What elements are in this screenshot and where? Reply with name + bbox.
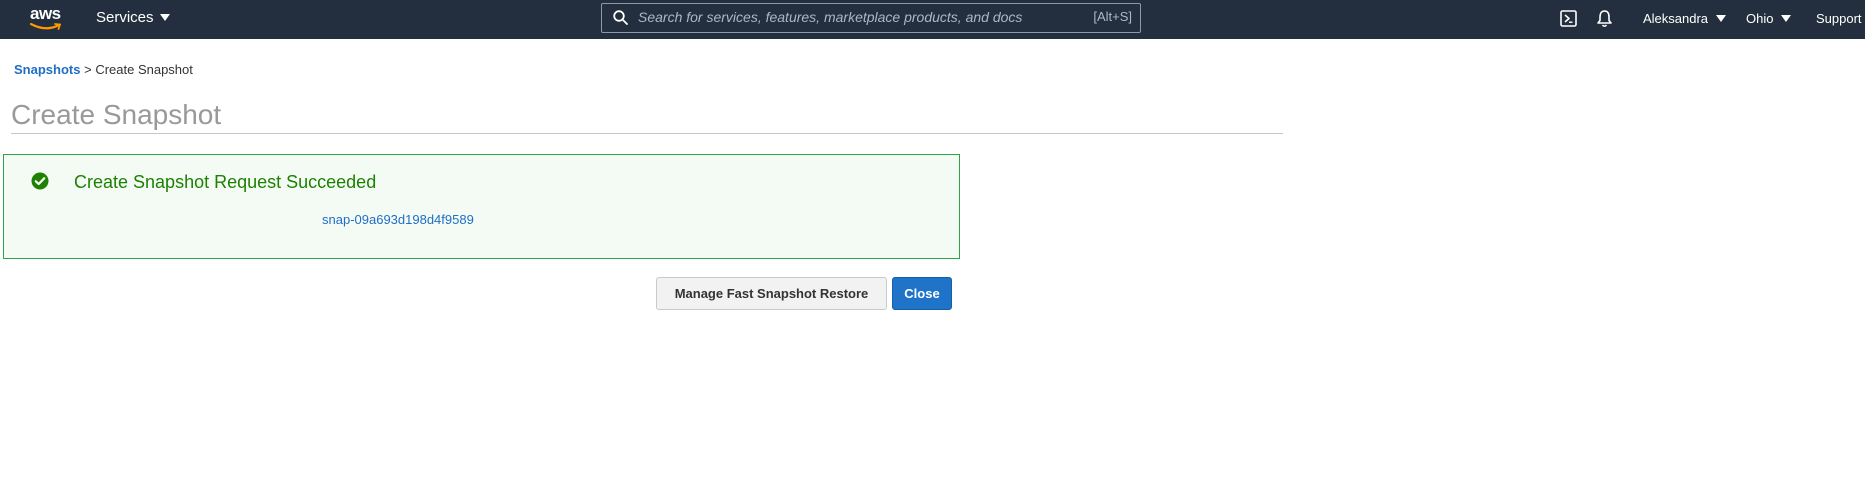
snapshot-id-link[interactable]: snap-09a693d198d4f9589 bbox=[322, 212, 474, 227]
aws-smile-icon bbox=[30, 23, 62, 30]
bell-icon[interactable] bbox=[1596, 9, 1613, 33]
success-alert: Create Snapshot Request Succeeded snap-0… bbox=[3, 154, 960, 259]
search-shortcut-hint: [Alt+S] bbox=[1093, 9, 1132, 24]
breadcrumb-snapshots-link[interactable]: Snapshots bbox=[14, 62, 80, 77]
chevron-down-icon bbox=[1781, 15, 1792, 22]
account-name: Aleksandra bbox=[1643, 11, 1709, 26]
search-input[interactable] bbox=[638, 6, 1058, 28]
services-menu-button[interactable]: Services bbox=[96, 9, 170, 26]
search-icon bbox=[613, 10, 628, 25]
services-label: Services bbox=[96, 9, 154, 26]
breadcrumb-current: Create Snapshot bbox=[95, 62, 193, 77]
alert-title: Create Snapshot Request Succeeded bbox=[74, 172, 377, 192]
global-search[interactable]: [Alt+S] bbox=[601, 3, 1141, 33]
region-menu[interactable]: Ohio bbox=[1746, 11, 1792, 26]
region-name: Ohio bbox=[1746, 11, 1774, 26]
check-circle-icon bbox=[31, 172, 49, 190]
manage-fast-snapshot-restore-button[interactable]: Manage Fast Snapshot Restore bbox=[656, 277, 887, 310]
close-button[interactable]: Close bbox=[892, 277, 952, 310]
title-divider bbox=[11, 133, 1283, 134]
top-navigation-bar: aws Services [Alt+S] Aleksandra bbox=[0, 0, 1865, 39]
account-menu[interactable]: Aleksandra bbox=[1643, 11, 1727, 26]
breadcrumb: Snapshots > Create Snapshot bbox=[14, 62, 193, 77]
aws-logo[interactable]: aws bbox=[28, 3, 64, 33]
aws-logo-text: aws bbox=[30, 4, 61, 23]
page-title: Create Snapshot bbox=[11, 99, 222, 130]
breadcrumb-separator: > bbox=[84, 62, 92, 77]
chevron-down-icon bbox=[1716, 15, 1727, 22]
cloudshell-icon[interactable] bbox=[1560, 10, 1577, 32]
chevron-down-icon bbox=[159, 14, 170, 21]
support-menu[interactable]: Support bbox=[1816, 11, 1862, 26]
